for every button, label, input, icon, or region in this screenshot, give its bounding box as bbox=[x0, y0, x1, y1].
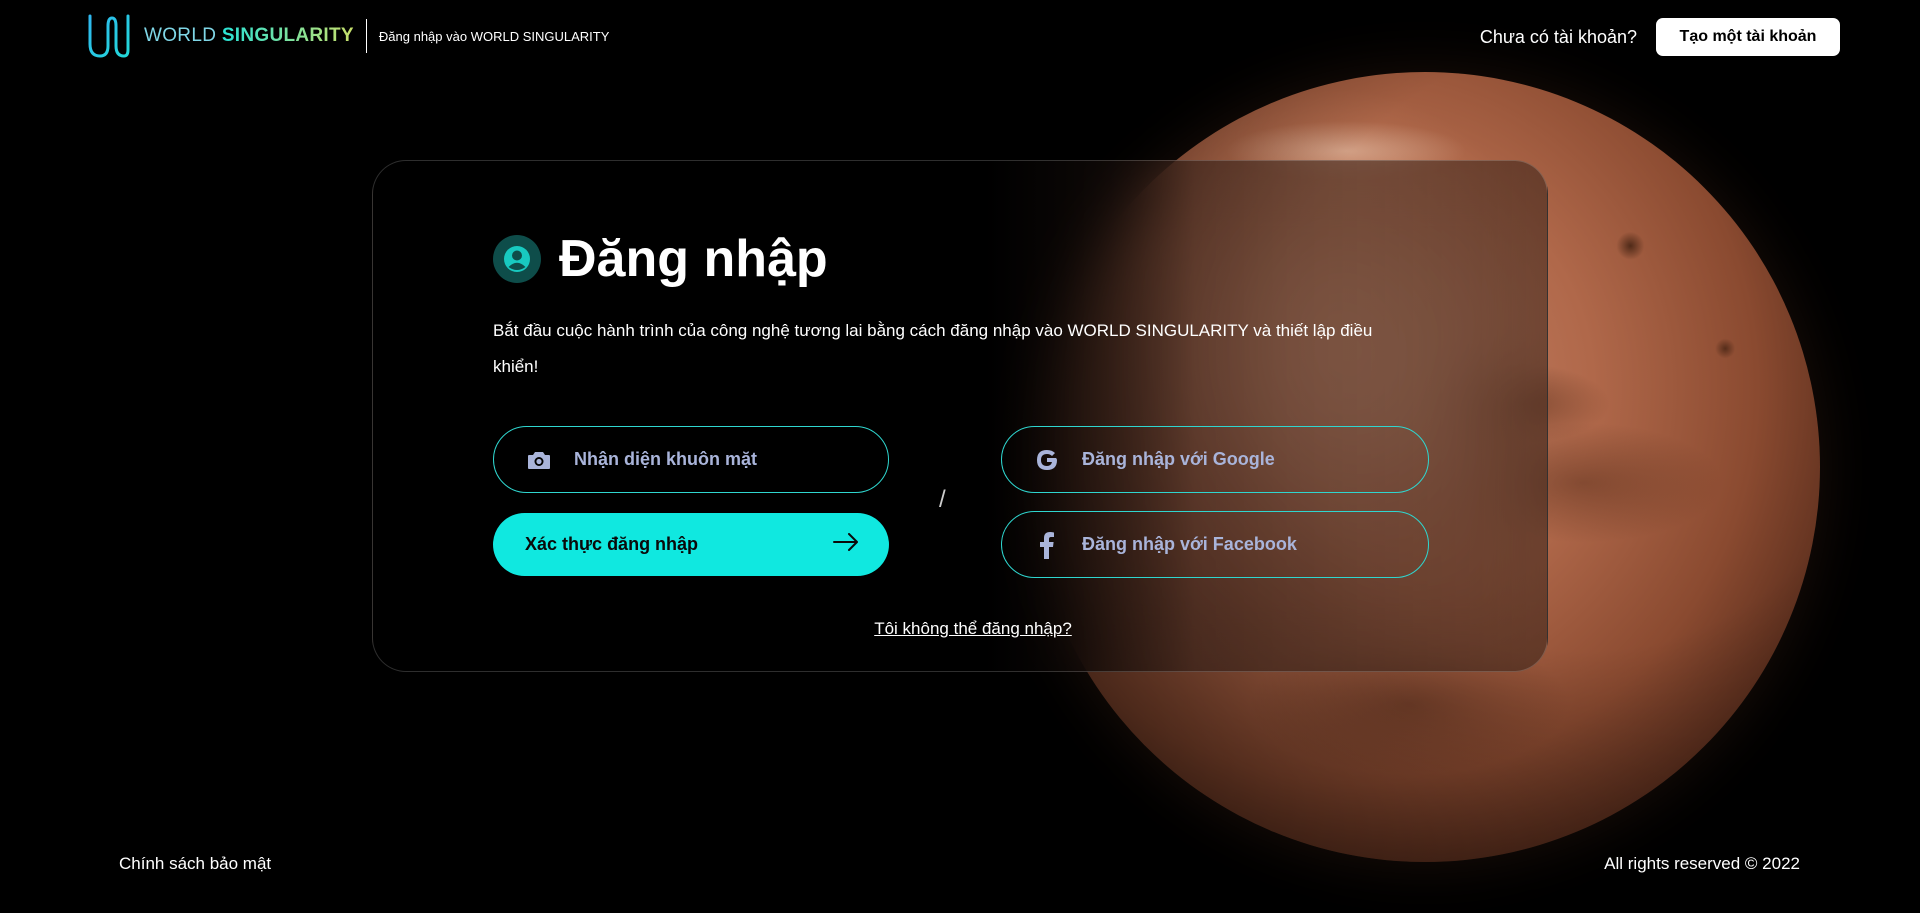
logo[interactable]: WORLD SINGULARITY Đăng nhập vào WORLD SI… bbox=[86, 14, 609, 58]
facebook-icon bbox=[1034, 531, 1060, 559]
brand-name: WORLD SINGULARITY bbox=[144, 25, 354, 47]
camera-icon bbox=[526, 447, 552, 473]
privacy-policy-link[interactable]: Chính sách bảo mật bbox=[119, 854, 271, 874]
user-circle-icon bbox=[493, 235, 541, 283]
face-recognition-button[interactable]: Nhận diện khuôn mặt bbox=[493, 426, 889, 493]
login-page: WORLD SINGULARITY Đăng nhập vào WORLD SI… bbox=[0, 0, 1920, 913]
title-row: Đăng nhập bbox=[493, 229, 828, 289]
facebook-login-button[interactable]: Đăng nhập với Facebook bbox=[1001, 511, 1429, 578]
google-icon bbox=[1034, 447, 1060, 473]
header-account-area: Chưa có tài khoản? Tạo một tài khoản bbox=[1480, 18, 1840, 56]
brand-name-light: WORLD bbox=[144, 25, 222, 46]
google-login-button[interactable]: Đăng nhập với Google bbox=[1001, 426, 1429, 493]
separator: / bbox=[939, 486, 946, 513]
page-title: Đăng nhập bbox=[559, 230, 828, 288]
google-login-label: Đăng nhập với Google bbox=[1082, 449, 1275, 469]
w-logo-icon bbox=[88, 14, 130, 58]
login-description: Bắt đầu cuộc hành trình của công nghệ tư… bbox=[493, 321, 1373, 376]
no-account-text: Chưa có tài khoản? bbox=[1479, 26, 1637, 47]
copyright-text: All rights reserved © 2022 bbox=[1604, 854, 1800, 873]
cant-login-link[interactable]: Tôi không thể đăng nhập? bbox=[853, 619, 1093, 639]
verify-login-label: Xác thực đăng nhập bbox=[525, 534, 699, 554]
verify-login-button[interactable]: Xác thực đăng nhập bbox=[493, 513, 889, 576]
brand-divider bbox=[365, 19, 367, 53]
header: WORLD SINGULARITY Đăng nhập vào WORLD SI… bbox=[0, 0, 1920, 75]
brand-name-bold: SINGULARITY bbox=[221, 25, 354, 46]
arrow-right-icon bbox=[833, 533, 859, 556]
face-recognition-label: Nhận diện khuôn mặt bbox=[574, 449, 758, 469]
facebook-login-label: Đăng nhập với Facebook bbox=[1082, 534, 1297, 554]
brand-subtitle: Đăng nhập vào WORLD SINGULARITY bbox=[378, 28, 610, 44]
login-card: Đăng nhập Bắt đầu cuộc hành trình của cô… bbox=[372, 160, 1548, 672]
create-account-button[interactable]: Tạo một tài khoản bbox=[1656, 18, 1840, 56]
